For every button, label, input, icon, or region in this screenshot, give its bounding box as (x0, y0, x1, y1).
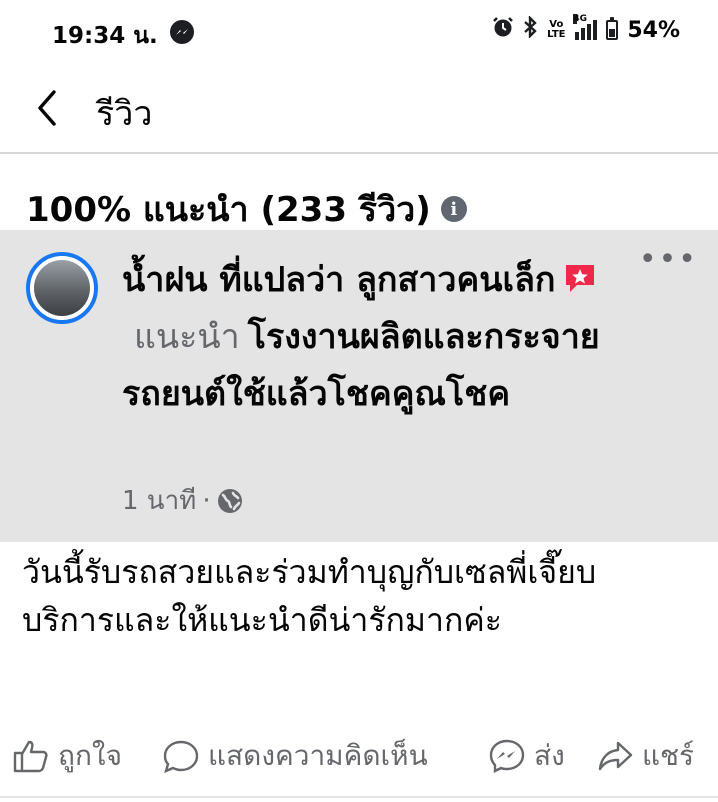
volte-indicator: Vo LTE (547, 19, 566, 40)
share-label: แชร์ (642, 739, 695, 772)
avatar[interactable] (26, 252, 98, 324)
reviewer-name[interactable]: น้ำฝน ที่แปลว่า ลูกสาวคนเล็ก (122, 260, 555, 300)
review-time[interactable]: 1 นาที (122, 480, 196, 521)
recommend-verb: แนะนำ (134, 317, 240, 357)
recommend-icon (566, 265, 595, 292)
meta-separator: · (202, 485, 211, 516)
review-title: น้ำฝน ที่แปลว่า ลูกสาวคนเล็กแนะนำ โรงงานผ… (122, 252, 642, 423)
back-button[interactable] (30, 86, 70, 130)
status-time: 19:34 น. (52, 23, 158, 49)
globe-icon (217, 488, 243, 514)
status-icons: Vo LTE 4G 54% (492, 14, 680, 44)
messenger-send-icon (489, 739, 525, 773)
more-icon[interactable]: ••• (639, 245, 698, 275)
alarm-icon (492, 16, 514, 44)
status-bar: 19:34 น. Vo LTE 4G 54% (0, 0, 718, 64)
messenger-icon (170, 20, 194, 44)
review-header: ••• น้ำฝน ที่แปลว่า ลูกสาวคนเล็กแนะนำ โรง… (0, 230, 718, 542)
comment-label: แสดงความคิดเห็น (208, 739, 428, 772)
recommendation-summary: 100% แนะนำ (233 รีวิว) i (26, 182, 467, 236)
divider (0, 796, 718, 798)
app-header: รีวิว (0, 64, 718, 154)
review-body-line: บริการและให้แนะนำดีน่ารักมากค่ะ (22, 601, 502, 639)
page-title: รีวิว (96, 94, 153, 134)
bluetooth-icon (523, 15, 538, 44)
network-type: 4G (573, 14, 587, 24)
comment-button[interactable]: แสดงความคิดเห็น (162, 734, 428, 778)
like-button[interactable]: ถูกใจ (12, 734, 122, 778)
battery-percent: 54% (627, 17, 680, 43)
like-icon (13, 740, 48, 773)
send-button[interactable]: ส่ง (488, 734, 565, 778)
share-button[interactable]: แชร์ (596, 734, 694, 778)
review-body: วันนี้รับรถสวยและร่วมทำบุญกับเซลพี่เจี๊ย… (22, 548, 692, 644)
review-meta: 1 นาที · (122, 480, 243, 521)
action-bar: ถูกใจ แสดงความคิดเห็น ส่ง แชร์ (0, 728, 718, 778)
summary-text: 100% แนะนำ (233 รีวิว) (26, 190, 431, 230)
share-icon (598, 741, 633, 771)
send-label: ส่ง (534, 739, 565, 772)
signal-icon: 4G (573, 14, 598, 40)
comment-icon (163, 740, 199, 774)
back-arrow-icon (38, 90, 56, 126)
info-icon[interactable]: i (440, 196, 467, 222)
like-label: ถูกใจ (58, 739, 122, 772)
battery-icon (606, 17, 619, 40)
review-body-line: วันนี้รับรถสวยและร่วมทำบุญกับเซลพี่เจี๊ย… (22, 553, 597, 591)
